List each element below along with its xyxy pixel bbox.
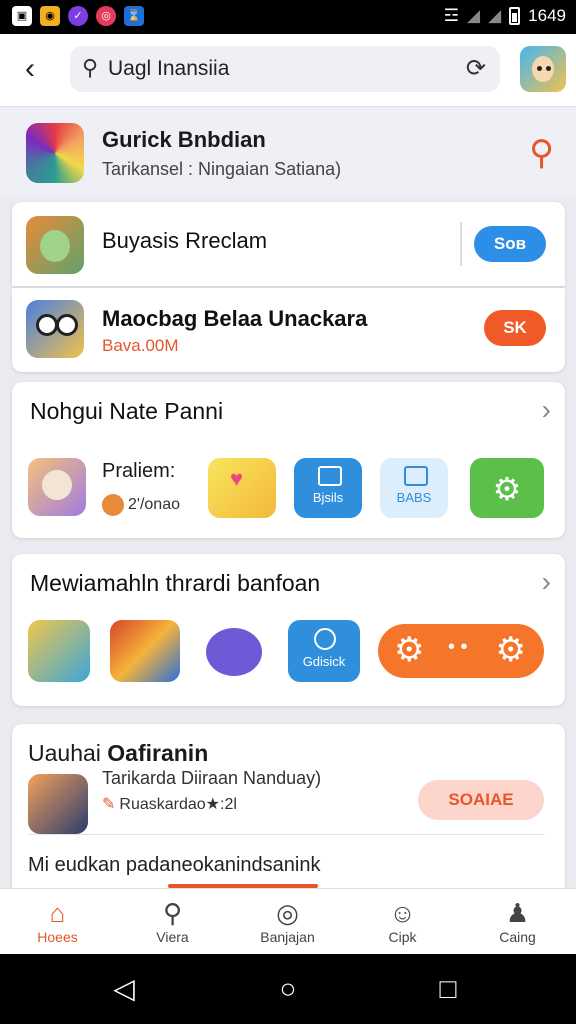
home-circle-icon[interactable]: ○ bbox=[268, 972, 308, 1006]
chevron-right-icon[interactable]: › bbox=[542, 394, 551, 426]
title-part-1: Uauhai bbox=[28, 740, 101, 766]
dots-icon: • • bbox=[448, 636, 468, 658]
status-bar: ▣ ◉ ✓ ◎ ⌛ ☲ ◢ ◢ 1649 bbox=[0, 0, 576, 34]
app-icon-mascot[interactable] bbox=[200, 620, 268, 682]
list-item[interactable]: Buyasis Rreclam Sов bbox=[12, 202, 565, 286]
list-item-subtitle: Bava.00M bbox=[102, 336, 179, 355]
home-icon: ⌂ bbox=[49, 898, 66, 928]
nav-label: Caing bbox=[499, 929, 536, 945]
search-field[interactable]: ⚲ Uagl Inansiia ⟳ bbox=[70, 46, 500, 92]
nav-label: Cipk bbox=[388, 929, 417, 945]
featured-app-title: Gurick Bnbdian bbox=[102, 127, 266, 152]
nav-profile[interactable]: ♟ Caing bbox=[460, 889, 575, 955]
nav-games[interactable]: ☺ Cipk bbox=[345, 889, 460, 955]
back-arrow-icon[interactable]: ‹ bbox=[14, 52, 46, 88]
battery-icon bbox=[509, 7, 521, 25]
section-title: Uauhai Oafiranin bbox=[28, 740, 208, 767]
app-icon-game[interactable] bbox=[110, 620, 180, 682]
app-icon-monkey[interactable] bbox=[28, 620, 90, 682]
recents-square-icon[interactable]: □ bbox=[428, 972, 468, 1006]
messenger-icon: ✓ bbox=[68, 6, 88, 26]
app-tile-blue[interactable]: Gdisick bbox=[288, 620, 360, 682]
notification-icons: ▣ ◉ ✓ ◎ ⌛ bbox=[12, 6, 144, 26]
signal-icon-2: ◢ bbox=[488, 6, 502, 25]
app-meta: ✎ Ruaskardao★:2l bbox=[102, 794, 237, 814]
clock-icon bbox=[314, 628, 336, 650]
nav-label: Hoees bbox=[37, 929, 78, 945]
heart-icon: ♥ bbox=[230, 466, 244, 491]
search-query: Uagl Inansiia bbox=[108, 57, 230, 80]
footer-text: Mi eudkan padaneokanindsanink bbox=[28, 854, 321, 876]
nav-chat[interactable]: ⚲ Viera bbox=[115, 889, 230, 955]
section-title: Mewiamahln thrardi banfoan bbox=[30, 570, 321, 596]
nav-target[interactable]: ◎ Banjajan bbox=[230, 889, 345, 955]
window-icon bbox=[318, 466, 342, 486]
app-icon-kangaroo bbox=[26, 123, 84, 183]
clock: 1649 bbox=[528, 6, 566, 25]
system-status: ☲ ◢ ◢ 1649 bbox=[444, 6, 566, 26]
app-tile-blue[interactable]: Bjsils bbox=[294, 458, 362, 518]
app-tile-puzzle[interactable]: ♥ bbox=[208, 458, 276, 518]
nav-label: Banjajan bbox=[260, 929, 315, 945]
bottom-navigation: ⌂ Hoees ⚲ Viera ◎ Banjajan ☺ Cipk ♟ Cain… bbox=[0, 888, 576, 955]
top-bar: ‹ ⚲ Uagl Inansiia ⟳ bbox=[0, 34, 576, 107]
nav-label: Viera bbox=[156, 929, 189, 945]
gamepad-icon: ☺ bbox=[389, 898, 416, 928]
rating-text: 2'/onao bbox=[128, 496, 180, 513]
user-icon: ♟ bbox=[505, 898, 530, 928]
target-icon: ◎ bbox=[276, 898, 299, 928]
app-tile-light[interactable]: BABS bbox=[380, 458, 448, 518]
edit-icon: ✎ bbox=[102, 796, 116, 813]
install-button[interactable]: SK bbox=[484, 310, 546, 346]
app-icon-fox bbox=[28, 774, 88, 834]
gear-icon-2: ⚙ bbox=[495, 631, 526, 669]
avatar[interactable] bbox=[520, 46, 566, 92]
chat-icon: ⚲ bbox=[162, 898, 183, 928]
system-navigation: ◁ ○ □ bbox=[0, 954, 576, 1024]
gear-icon: ⚙ bbox=[394, 631, 425, 669]
signal-icon: ◢ bbox=[467, 6, 481, 25]
chevron-right-icon[interactable]: › bbox=[542, 566, 551, 598]
list-item-title: Maocbag Belaa Unackara bbox=[102, 306, 368, 331]
search-icon-orange[interactable]: ⚲ bbox=[529, 133, 554, 173]
search-icon: ⚲ bbox=[82, 55, 99, 80]
open-button[interactable]: Sов bbox=[474, 226, 546, 262]
app-icon-cat bbox=[26, 216, 84, 274]
back-triangle-icon[interactable]: ◁ bbox=[104, 972, 144, 1006]
tile-label: Gdisick bbox=[302, 654, 346, 669]
featured-app-name: Praliem: bbox=[102, 460, 176, 482]
meta-text: Ruaskardao★:2l bbox=[119, 796, 237, 813]
section-title: Nohgui Nate Panni bbox=[30, 398, 224, 424]
refresh-icon[interactable]: ⟳ bbox=[466, 54, 486, 83]
app-tile-settings-wide[interactable]: ⚙ • • ⚙ bbox=[378, 624, 544, 678]
app-icon-mouse[interactable] bbox=[28, 458, 86, 516]
list-item-title: Buyasis Rreclam bbox=[102, 228, 268, 253]
gallery-icon: ▣ bbox=[12, 6, 32, 26]
fingerprint-icon: ◎ bbox=[96, 6, 116, 26]
badge-icon bbox=[102, 494, 124, 516]
app-section: Nohgui Nate Panni › Praliem: 2'/onao ♥ B… bbox=[12, 382, 565, 538]
window-icon bbox=[404, 466, 428, 486]
featured-app-header[interactable]: Gurick Bnbdian Tarikansel : Ningaian Sat… bbox=[0, 107, 576, 197]
tile-label: Bjsils bbox=[312, 490, 344, 505]
wifi-icon: ☲ bbox=[443, 6, 460, 25]
app-icon-owl bbox=[26, 300, 84, 358]
app-subtitle: Tarikarda Diiraan Nanduay) bbox=[102, 768, 322, 788]
action-button[interactable]: SOAIAE bbox=[418, 780, 544, 820]
app-notification-icon: ◉ bbox=[40, 6, 60, 26]
title-part-2: Oafiranin bbox=[107, 740, 209, 766]
tile-label: BABS bbox=[396, 490, 432, 505]
app-section: Mewiamahln thrardi banfoan › Gdisick ⚙ •… bbox=[12, 554, 565, 706]
nav-home[interactable]: ⌂ Hoees bbox=[0, 889, 115, 955]
app-detail-card[interactable]: Uauhai Oafiranin Tarikarda Diiraan Nandu… bbox=[12, 724, 565, 888]
list-item[interactable]: Maocbag Belaa Unackara Bava.00M SK bbox=[12, 288, 565, 372]
featured-app-subtitle: Tarikansel : Ningaian Satiana) bbox=[102, 159, 342, 179]
store-icon: ⌛ bbox=[124, 6, 144, 26]
gear-icon: ⚙ bbox=[492, 471, 522, 507]
featured-app-rating: 2'/onao bbox=[102, 494, 180, 516]
app-tile-settings[interactable]: ⚙ bbox=[470, 458, 544, 518]
